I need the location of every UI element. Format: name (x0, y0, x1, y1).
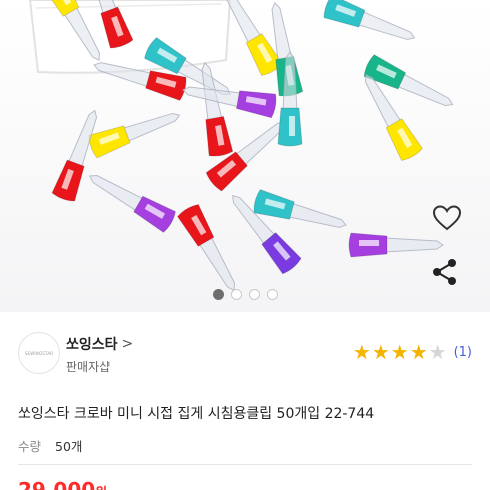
seller-name-link[interactable]: 쏘잉스타 > (66, 334, 133, 354)
carousel-dot[interactable] (248, 289, 260, 300)
carousel-dot[interactable] (266, 289, 278, 300)
star-empty-icon: ★ (428, 340, 447, 364)
price: 29,000원 (18, 478, 107, 490)
carousel-dot[interactable] (230, 289, 242, 300)
favorite-button[interactable] (432, 204, 468, 240)
seller-name: 쏘잉스타 (66, 337, 118, 353)
rating-count[interactable]: (1) (454, 345, 472, 360)
seller-section: SEWINGSTAR 쏘잉스타 > 판매자샵 ★ ★ ★ ★ ★ (1) (18, 332, 472, 376)
rating[interactable]: ★ ★ ★ ★ ★ (1) (353, 342, 472, 362)
price-value: 29,000 (18, 478, 96, 490)
carousel-dot[interactable] (212, 289, 224, 300)
divider (18, 464, 472, 465)
star-filled-icon: ★ (390, 340, 409, 364)
quantity-value: 50개 (55, 439, 83, 454)
chevron-right-icon: > (121, 336, 134, 352)
seller-logo[interactable]: SEWINGSTAR (18, 332, 60, 374)
product-image-area[interactable] (0, 0, 490, 312)
heart-outline-icon (432, 205, 462, 231)
star-filled-icon: ★ (352, 340, 371, 364)
quantity-row: 수량 50개 (18, 436, 82, 455)
star-filled-icon: ★ (409, 340, 428, 364)
quantity-label: 수량 (18, 439, 42, 454)
share-icon (433, 259, 456, 285)
product-photo (0, 0, 490, 312)
star-filled-icon: ★ (371, 340, 390, 364)
seller-logo-text: SEWINGSTAR (24, 350, 54, 356)
product-title: 쏘잉스타 크로바 미니 시접 집게 시침용클립 50개입 22-744 (18, 406, 375, 422)
carousel-indicator (0, 289, 490, 300)
price-unit: 원 (95, 486, 107, 490)
seller-type-label: 판매자샵 (66, 360, 111, 374)
star-rating: ★ ★ ★ ★ ★ (353, 342, 447, 362)
